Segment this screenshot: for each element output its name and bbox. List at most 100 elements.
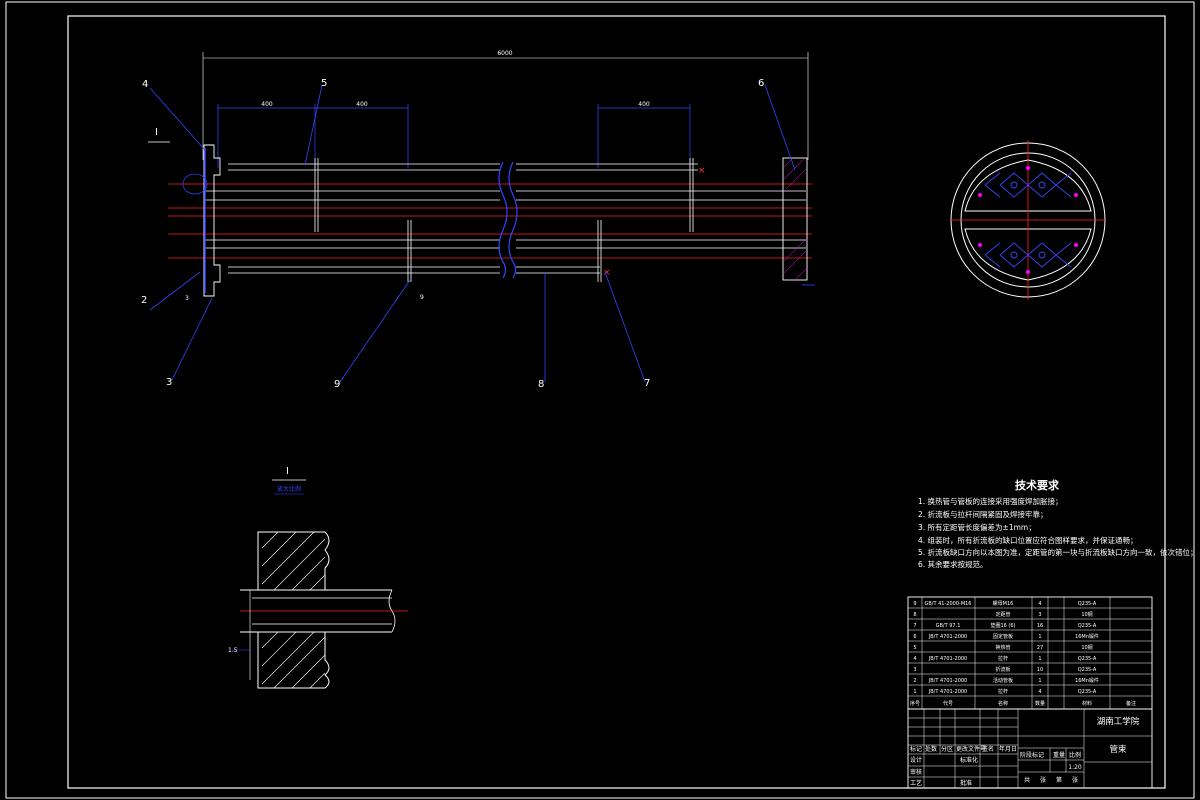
tech-line-1: 1. 换热管与管板的连接采用强度焊加胀接；	[918, 496, 1063, 506]
bom-cell: JB/T 4701-2000	[928, 634, 968, 640]
bom-cell: 折流板	[995, 666, 1010, 673]
bom-cell: 2	[913, 678, 916, 684]
bom-cell: JB/T 4701-2000	[928, 656, 968, 662]
tb-label-zone: 分区	[941, 745, 953, 753]
tb-label-process: 工艺	[910, 779, 922, 787]
callout-9: 9	[334, 379, 340, 390]
small-dim-1-5: 1.5	[228, 647, 238, 654]
callout-5: 5	[321, 78, 327, 89]
bom-cell: 3	[913, 667, 916, 673]
small-dim-9: 9	[420, 294, 424, 301]
bom-cell: 16	[1037, 623, 1043, 629]
bom-cell: 1	[1038, 678, 1041, 684]
bom-cell: Q235-A	[1078, 689, 1097, 695]
tb-label-weight: 重量	[1053, 751, 1065, 759]
tech-title: 技术要求	[1015, 478, 1060, 492]
section-mark-main: I	[155, 127, 158, 138]
cad-drawing-canvas: 6000 400 400 400 × × 4 5 6 I 2 3 9 8 7 3…	[5, 1, 1198, 799]
tube-bundle-main-view: 6000 400 400 400 × ×	[168, 50, 815, 297]
svg-text:×: ×	[698, 166, 706, 176]
bom-cell: 固定管板	[993, 633, 1013, 640]
tb-label-sheets-2: 张	[1072, 776, 1078, 784]
tb-label-design: 设计	[910, 756, 922, 764]
bom-cell: 换热管	[995, 644, 1010, 651]
overall-dimension-label: 6000	[497, 50, 512, 57]
callout-8: 8	[538, 379, 544, 390]
tb-label-scale: 比例	[1069, 751, 1081, 759]
bom-cell: 8	[913, 612, 916, 618]
tech-line-6: 6. 其余要求按规范。	[918, 559, 988, 569]
tech-line-3: 3. 所有定距管长度偏差为±1mm；	[918, 522, 1036, 532]
bom-cell: GB/T 41-2000-M16	[924, 601, 971, 607]
bom-cell: 10钢	[1081, 644, 1092, 651]
bom-cell: Q235-A	[1078, 623, 1097, 629]
tb-label-count: 处数	[925, 745, 937, 753]
tube-sheet-section-view	[950, 140, 1106, 300]
tb-label-date: 年月日	[999, 745, 1017, 753]
callout-leaders	[149, 84, 796, 383]
bom-cell: 27	[1037, 645, 1043, 651]
bom-cell: Q235-A	[1078, 601, 1097, 607]
bom-cell: Q235-A	[1078, 667, 1097, 673]
tech-line-4: 4. 组装时，所有折流板的缺口位置应符合图样要求，并保证通畅；	[918, 535, 1138, 545]
bom-cell: 3	[1038, 612, 1041, 618]
callout-3: 3	[166, 377, 172, 388]
callout-4: 4	[142, 79, 148, 90]
bom-cell: JB/T 4701-2000	[928, 678, 968, 684]
bom-cell: 1	[913, 689, 916, 695]
bom-cell: Q235-A	[1078, 656, 1097, 662]
tech-line-2: 2. 折流板与拉杆间隔紧固及焊接牢靠；	[918, 509, 1048, 519]
tb-label-sign: 签名	[982, 745, 994, 753]
tb-label-standard: 标准化	[960, 756, 978, 764]
tb-label-review: 审核	[910, 768, 922, 776]
bom-cell: 9	[913, 601, 916, 607]
bom-header-cell: 名称	[998, 700, 1008, 707]
tb-label-stage: 阶段标记	[1020, 751, 1044, 759]
bom-cell: 定距管	[995, 611, 1010, 618]
title-block: 湖南工学院 管束 1:20 标记 处数 分区 更改文件号 签名 年月日 设计 审…	[907, 708, 1153, 789]
tb-label-sheets-1: 张	[1040, 776, 1046, 784]
bom-cell: 垫圈16 (6)	[990, 622, 1015, 629]
bom-cell: 7	[913, 623, 916, 629]
bom-cell: 16Mn锻件	[1075, 677, 1099, 684]
tech-line-5: 5. 折流板缺口方向以本图为准，定距管的第一块与折流板缺口方向一致，依次错位；	[918, 547, 1198, 557]
school-name: 湖南工学院	[1097, 716, 1140, 727]
bill-of-materials: 9 GB/T 41-2000-M16 螺母M16 4 Q235-A 8 定距管 3 10钢 7 GB…	[907, 596, 1153, 710]
bom-cell: 4	[1038, 689, 1041, 695]
bom-cell: 1	[1038, 656, 1041, 662]
section-dim-2: 400	[356, 101, 368, 108]
bom-cell: 1	[1038, 634, 1041, 640]
section-dim-3: 400	[638, 101, 650, 108]
bom-cell: 16Mn锻件	[1075, 633, 1099, 640]
bom-cell: 5	[913, 645, 916, 651]
bom-cell: GB/T 97.1	[936, 623, 961, 629]
bom-header-cell: 备注	[1126, 700, 1136, 707]
detail-mark: I	[286, 466, 289, 477]
bom-header-cell: 数量	[1035, 700, 1045, 707]
callout-6: 6	[758, 78, 764, 89]
bom-cell: 螺母M16	[993, 600, 1014, 607]
bom-cell: 拉杆	[998, 688, 1008, 695]
bom-cell: 活动管板	[993, 677, 1013, 684]
detail-view-I: I 放大比例	[232, 466, 408, 689]
tb-label-sheet: 第	[1056, 776, 1062, 784]
tb-label-mark: 标记	[910, 745, 922, 753]
bom-cell: 10	[1037, 667, 1043, 673]
tb-label-total: 共	[1024, 776, 1030, 784]
section-dim-1: 400	[261, 101, 273, 108]
outer-sheet-border	[5, 1, 1195, 799]
detail-scale-label: 放大比例	[277, 485, 301, 493]
bom-header-cell: 代号	[943, 700, 953, 707]
callout-2: 2	[141, 295, 147, 306]
bom-header-cell: 序号	[910, 700, 920, 707]
small-dim-3: 3	[185, 295, 189, 302]
bom-cell: 拉杆	[998, 655, 1008, 662]
bom-cell: 6	[913, 634, 916, 640]
bom-cell: 10钢	[1081, 611, 1092, 618]
bom-cell: JB/T 4701-2000	[928, 689, 968, 695]
callout-7: 7	[644, 378, 650, 389]
bom-header-cell: 材料	[1082, 700, 1092, 707]
tb-label-approve: 批准	[960, 779, 972, 787]
bom-cell: 4	[1038, 601, 1041, 607]
bom-cell: 4	[913, 656, 916, 662]
